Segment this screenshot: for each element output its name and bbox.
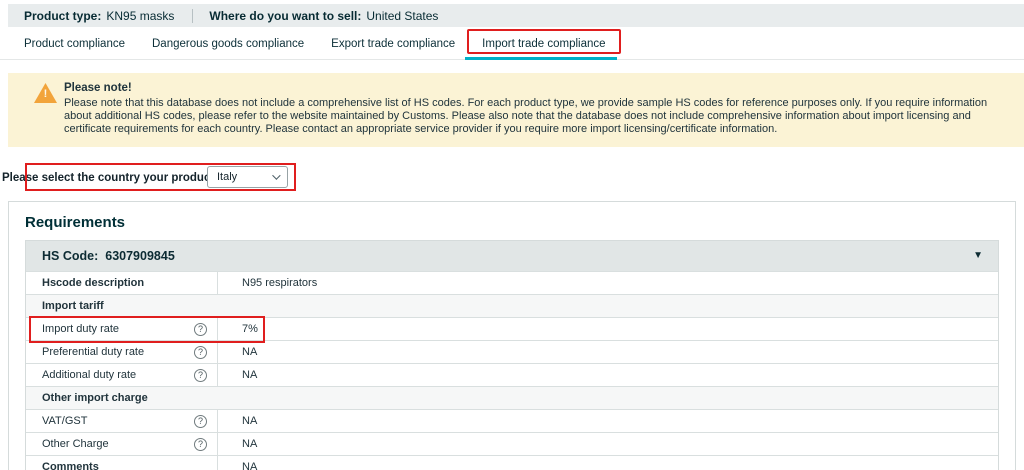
row-label: Import duty rate [42, 323, 119, 335]
tab-dangerous-goods-compliance[interactable]: Dangerous goods compliance [152, 36, 304, 50]
compliance-tabs: Product compliance Dangerous goods compl… [0, 27, 1024, 60]
warning-triangle-icon [34, 83, 57, 103]
help-icon[interactable] [194, 346, 207, 359]
section-label: Import tariff [26, 295, 998, 317]
section-label: Other import charge [26, 387, 998, 409]
chevron-down-icon [272, 171, 280, 179]
table-section-row: Import tariff [26, 294, 998, 317]
row-label: Hscode description [42, 277, 144, 289]
row-value: NA [218, 410, 998, 432]
ship-from-row: Please select the country your products … [0, 163, 1024, 193]
row-label: Other Charge [42, 438, 109, 450]
row-value: NA [218, 341, 998, 363]
row-label: Additional duty rate [42, 369, 136, 381]
active-tab-underline [465, 57, 616, 60]
requirements-table: HS Code: 6307909845 ▼ Hscode description… [25, 240, 999, 470]
hs-code-label: HS Code: [42, 249, 98, 263]
help-icon[interactable] [194, 415, 207, 428]
table-row: Preferential duty rate NA [26, 340, 998, 363]
row-label: Preferential duty rate [42, 346, 144, 358]
product-type-label: Product type: [24, 9, 101, 23]
table-row: Comments NA [26, 455, 998, 470]
collapse-caret-icon[interactable]: ▼ [973, 251, 983, 261]
ship-from-select[interactable]: Italy [207, 166, 288, 188]
requirements-panel: Requirements HS Code: 6307909845 ▼ Hscod… [8, 201, 1016, 470]
ship-from-selected-value: Italy [217, 171, 237, 183]
row-label: VAT/GST [42, 415, 87, 427]
table-row: Other Charge NA [26, 432, 998, 455]
tab-label: Import trade compliance [482, 38, 605, 50]
notice-title: Please note! [64, 82, 1004, 95]
help-icon[interactable] [194, 369, 207, 382]
sell-destination-label: Where do you want to sell: [209, 9, 361, 23]
table-row: Additional duty rate NA [26, 363, 998, 386]
help-icon[interactable] [194, 323, 207, 336]
help-icon[interactable] [194, 438, 207, 451]
hs-code-value: 6307909845 [105, 249, 175, 263]
vertical-divider [192, 9, 193, 23]
context-bar: Product type: KN95 masks Where do you wa… [8, 4, 1024, 27]
tab-product-compliance[interactable]: Product compliance [24, 36, 125, 50]
table-section-row: Other import charge [26, 386, 998, 409]
table-row-import-duty-rate: Import duty rate 7% [26, 317, 998, 340]
tab-import-trade-compliance[interactable]: Import trade compliance [482, 36, 605, 50]
row-value: N95 respirators [218, 272, 998, 294]
row-value: NA [218, 433, 998, 455]
row-value: NA [218, 456, 998, 470]
table-row: VAT/GST NA [26, 409, 998, 432]
tab-export-trade-compliance[interactable]: Export trade compliance [331, 36, 455, 50]
requirements-heading: Requirements [25, 214, 999, 231]
notice-banner: Please note! Please note that this datab… [8, 73, 1024, 147]
row-value: 7% [218, 318, 998, 340]
row-value: NA [218, 364, 998, 386]
row-label: Comments [42, 461, 99, 470]
sell-destination-value: United States [366, 9, 438, 23]
notice-body: Please note that this database does not … [64, 97, 1004, 136]
table-row: Hscode description N95 respirators [26, 271, 998, 294]
hs-code-header[interactable]: HS Code: 6307909845 ▼ [26, 241, 998, 271]
product-type-value: KN95 masks [106, 9, 174, 23]
